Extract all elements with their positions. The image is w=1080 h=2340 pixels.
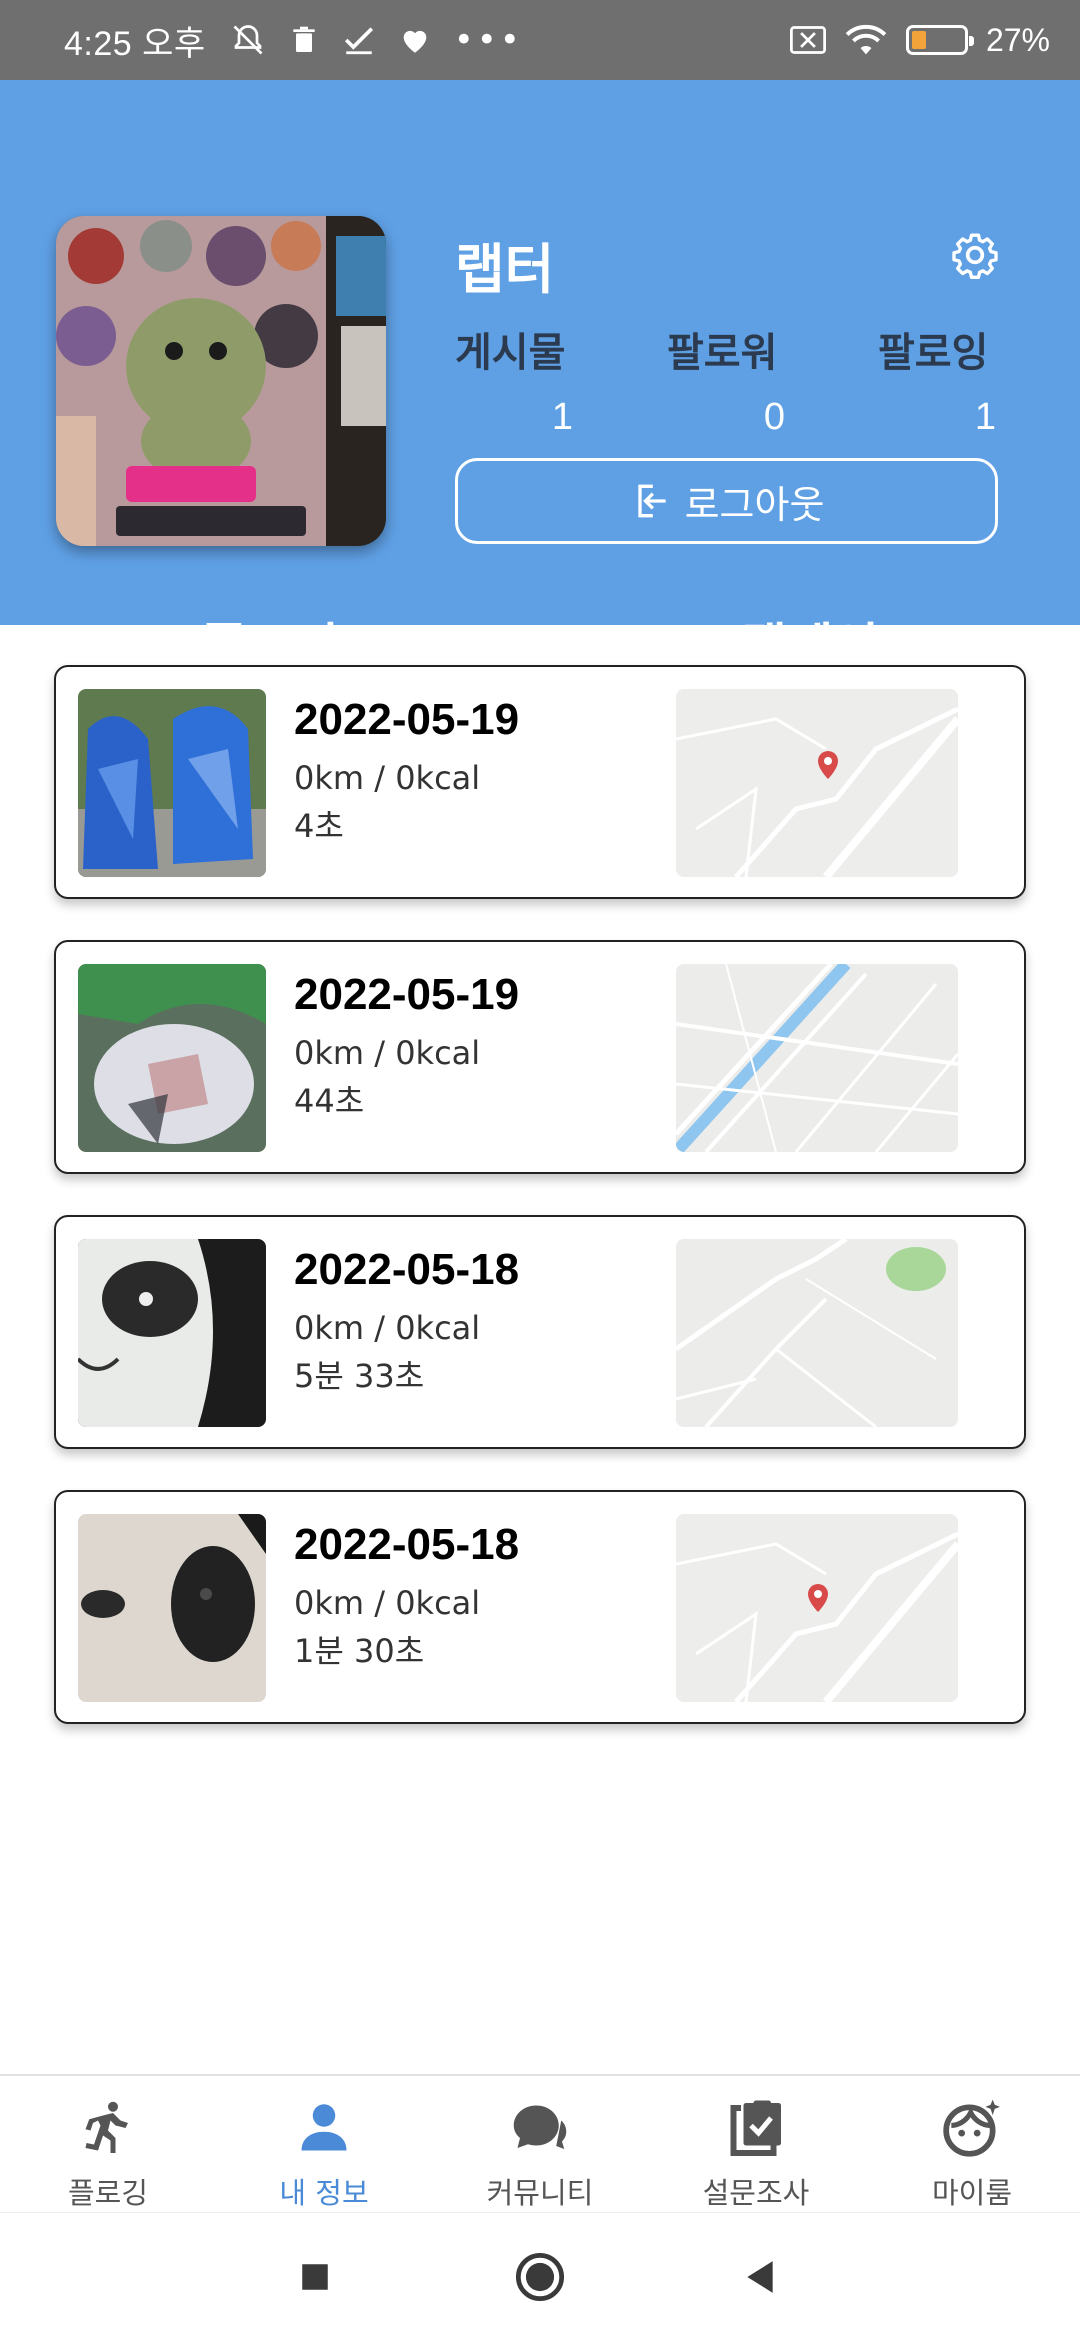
stat-value: 1 (551, 396, 573, 438)
record-date: 2022-05-19 (294, 970, 520, 1019)
nav-label: 커뮤니티 (486, 2176, 594, 2210)
check-icon (344, 27, 373, 55)
stat-value: 0 (763, 396, 785, 438)
record-stats: 0km / 0kcal (294, 1309, 481, 1347)
back-button[interactable] (720, 2213, 800, 2340)
record-photo (78, 1239, 266, 1427)
sim-off-icon (789, 26, 826, 54)
record-map (676, 1514, 958, 1702)
face-icon (943, 2099, 1000, 2157)
triangle-back-icon (747, 2261, 773, 2293)
record-stats: 0km / 0kcal (294, 1584, 481, 1622)
recents-button[interactable] (275, 2213, 355, 2340)
heart-icon (403, 30, 427, 53)
gear-icon (952, 233, 998, 279)
nav-my-room[interactable]: 마이룸 (864, 2076, 1080, 2212)
battery-icon (905, 25, 974, 55)
stat-posts[interactable]: 게시물 1 (455, 320, 595, 439)
stat-label: 게시물 (455, 330, 566, 376)
record-map (676, 1239, 958, 1427)
chat-icon (513, 2105, 567, 2149)
status-bar: 4:25 오후 ••• 27% (0, 0, 1080, 80)
logout-button[interactable]: 로그아웃 (455, 458, 998, 544)
record-duration: 4초 (294, 807, 344, 845)
stat-value: 1 (974, 396, 996, 438)
record-map (676, 964, 958, 1152)
record-duration: 44초 (294, 1082, 365, 1120)
stat-label: 팔로워 (667, 330, 778, 376)
home-button[interactable] (500, 2213, 580, 2340)
profile-header: 랩터 게시물 1 팔로워 0 팔로잉 1 로그아웃 플로깅 캠페인 (0, 80, 1080, 705)
status-time: 4:25 오후 (64, 24, 206, 63)
stat-following[interactable]: 팔로잉 1 (878, 320, 1018, 439)
logout-icon (637, 484, 666, 518)
logout-label: 로그아웃 (684, 482, 825, 527)
nav-survey[interactable]: 설문조사 (648, 2076, 864, 2212)
stat-followers[interactable]: 팔로워 0 (667, 320, 807, 439)
more-icon: ••• (453, 20, 523, 60)
stat-label: 팔로잉 (878, 330, 989, 376)
record-duration: 5분 33초 (294, 1357, 425, 1395)
record-date: 2022-05-19 (294, 695, 520, 744)
record-card[interactable]: 2022-05-19 0km / 0kcal 4초 (54, 665, 1026, 899)
record-stats: 0km / 0kcal (294, 759, 481, 797)
record-map (676, 689, 958, 877)
do-not-disturb-icon (233, 25, 263, 55)
record-photo (78, 689, 266, 877)
clipboard-check-icon (730, 2100, 781, 2156)
running-icon (85, 2101, 128, 2153)
nav-plogging[interactable]: 플로깅 (0, 2076, 216, 2212)
nav-community[interactable]: 커뮤니티 (432, 2076, 648, 2212)
nav-label: 내 정보 (279, 2176, 369, 2210)
bottom-nav: 플로깅 내 정보 커뮤니티 설문조사 마이룸 (0, 2074, 1080, 2212)
record-card[interactable]: 2022-05-18 0km / 0kcal 5분 33초 (54, 1215, 1026, 1449)
profile-photo (56, 216, 386, 546)
nav-my-info[interactable]: 내 정보 (216, 2076, 432, 2212)
system-nav-bar (0, 2212, 1080, 2340)
settings-button[interactable] (950, 230, 1000, 280)
avatar[interactable] (56, 216, 386, 546)
record-date: 2022-05-18 (294, 1245, 520, 1294)
nav-label: 마이룸 (931, 2176, 1013, 2210)
record-card[interactable]: 2022-05-18 0km / 0kcal 1분 30초 (54, 1490, 1026, 1724)
record-duration: 1분 30초 (294, 1632, 425, 1670)
record-card[interactable]: 2022-05-19 0km / 0kcal 44초 (54, 940, 1026, 1174)
nav-label: 플로깅 (67, 2176, 149, 2210)
person-icon (301, 2104, 347, 2151)
nav-label: 설문조사 (702, 2176, 810, 2210)
circle-icon (515, 2252, 565, 2302)
record-date: 2022-05-18 (294, 1520, 520, 1569)
square-icon (302, 2264, 328, 2290)
record-photo (78, 964, 266, 1152)
trash-icon (293, 26, 315, 52)
battery-percent: 27% (985, 21, 1050, 58)
wifi-icon (845, 24, 887, 55)
record-list: 2022-05-19 0km / 0kcal 4초 2022-05-19 0km… (54, 665, 1026, 1765)
username: 랩터 (455, 238, 555, 301)
record-photo (78, 1514, 266, 1702)
record-stats: 0km / 0kcal (294, 1034, 481, 1072)
